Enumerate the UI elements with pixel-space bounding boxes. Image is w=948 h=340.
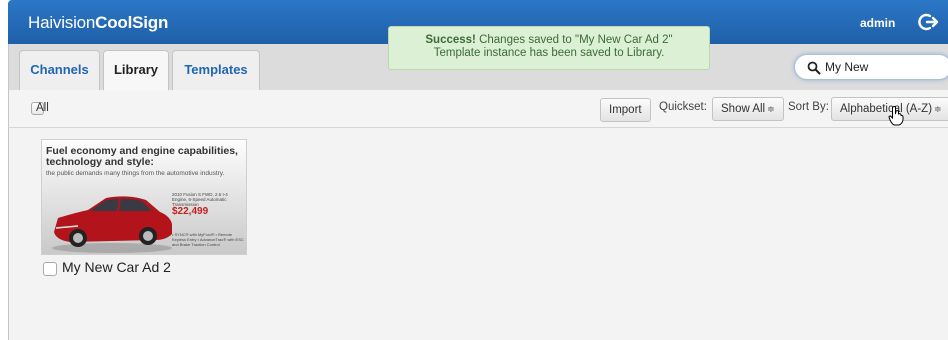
ad-price: $22,499 xyxy=(172,206,209,217)
import-button[interactable]: Import xyxy=(600,98,651,122)
library-grid: Fuel economy and engine capabilities, te… xyxy=(8,128,948,340)
success-notification: Success! Changes saved to "My New Car Ad… xyxy=(388,26,710,70)
tab-library[interactable]: Library xyxy=(103,50,169,91)
hand-cursor-icon xyxy=(888,106,904,126)
ad-headline: Fuel economy and engine capabilities, te… xyxy=(46,145,238,168)
brand-logo: HaivisionCoolSign xyxy=(28,13,169,32)
search-box xyxy=(794,54,948,80)
select-arrows-icon: ≑ xyxy=(767,104,775,114)
tab-templates[interactable]: Templates xyxy=(172,50,260,90)
ad-spec: 2010 Fusion S FWD, 2.5 I-4 Engine, 6-Spe… xyxy=(172,192,228,207)
select-all-label: All xyxy=(36,102,49,114)
library-item-title[interactable]: My New Car Ad 2 xyxy=(62,259,171,275)
ad-subline: the public demands many things from the … xyxy=(46,170,225,177)
select-arrows-icon: ≑ xyxy=(934,104,942,114)
ad-bullets: • SYNC® with MyFord® • Remote Keyless En… xyxy=(172,232,244,247)
tab-channels[interactable]: Channels xyxy=(19,50,100,90)
library-item-checkbox[interactable] xyxy=(43,262,57,276)
search-input[interactable] xyxy=(825,58,945,76)
car-image xyxy=(52,196,172,253)
user-menu[interactable]: admin xyxy=(860,16,895,30)
search-icon xyxy=(807,61,821,75)
library-toolbar: All Import Quickset: Show All ≑ Sort By: … xyxy=(8,90,948,128)
sort-by-label: Sort By: xyxy=(788,101,829,113)
notification-line-2: Template instance has been saved to Libr… xyxy=(433,47,665,59)
library-item-thumbnail[interactable]: Fuel economy and engine capabilities, te… xyxy=(41,139,247,255)
notification-line-1: Success! Changes saved to "My New Car Ad… xyxy=(425,34,673,46)
quickset-select[interactable]: Show All ≑ xyxy=(712,97,784,121)
quickset-label: Quickset: xyxy=(659,101,707,113)
logout-arrow-icon[interactable] xyxy=(918,11,940,33)
app-window: HaivisionCoolSign admin Success! Changes… xyxy=(8,0,948,340)
